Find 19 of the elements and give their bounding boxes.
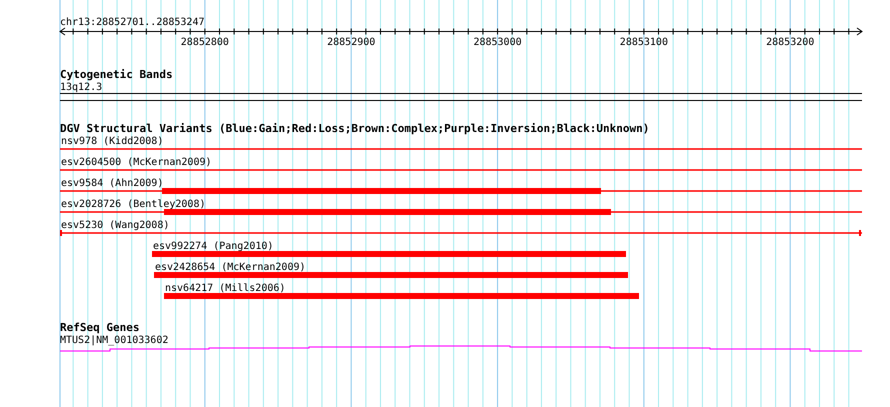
track-title: DGV Structural Variants (Blue:Gain;Red:Loss;Brown:Complex;Purple:Inversion;Black:Unknown) bbox=[60, 122, 650, 135]
variant-label: esv2028726 (Bentley2008) bbox=[61, 199, 206, 210]
region-label: chr13:28852701..28853247 bbox=[60, 17, 204, 28]
tick-label: 28853000 bbox=[473, 37, 522, 48]
tick-label: 28852900 bbox=[327, 37, 376, 48]
variant-label: nsv64217 (Mills2006) bbox=[165, 283, 286, 294]
variant-label: esv992274 (Pang2010) bbox=[153, 241, 274, 252]
variant-label: nsv978 (Kidd2008) bbox=[61, 136, 164, 147]
track-title: Cytogenetic Bands bbox=[60, 68, 173, 81]
variant-label: esv2428654 (McKernan2009) bbox=[155, 262, 306, 273]
tick-label: 28853200 bbox=[766, 37, 814, 48]
track-title: RefSeq Genes bbox=[60, 321, 140, 334]
band-label: 13q12.3 bbox=[60, 82, 102, 93]
tick-label: 28852800 bbox=[180, 37, 229, 48]
variant-label: esv9584 (Ahn2009) bbox=[61, 178, 164, 189]
tick-label: 28853100 bbox=[620, 37, 668, 48]
gene-label: MTUS2|NM_001033602 bbox=[60, 335, 168, 346]
variant-label: esv5230 (Wang2008) bbox=[61, 220, 170, 231]
variant-label: esv2604500 (McKernan2009) bbox=[61, 157, 212, 168]
